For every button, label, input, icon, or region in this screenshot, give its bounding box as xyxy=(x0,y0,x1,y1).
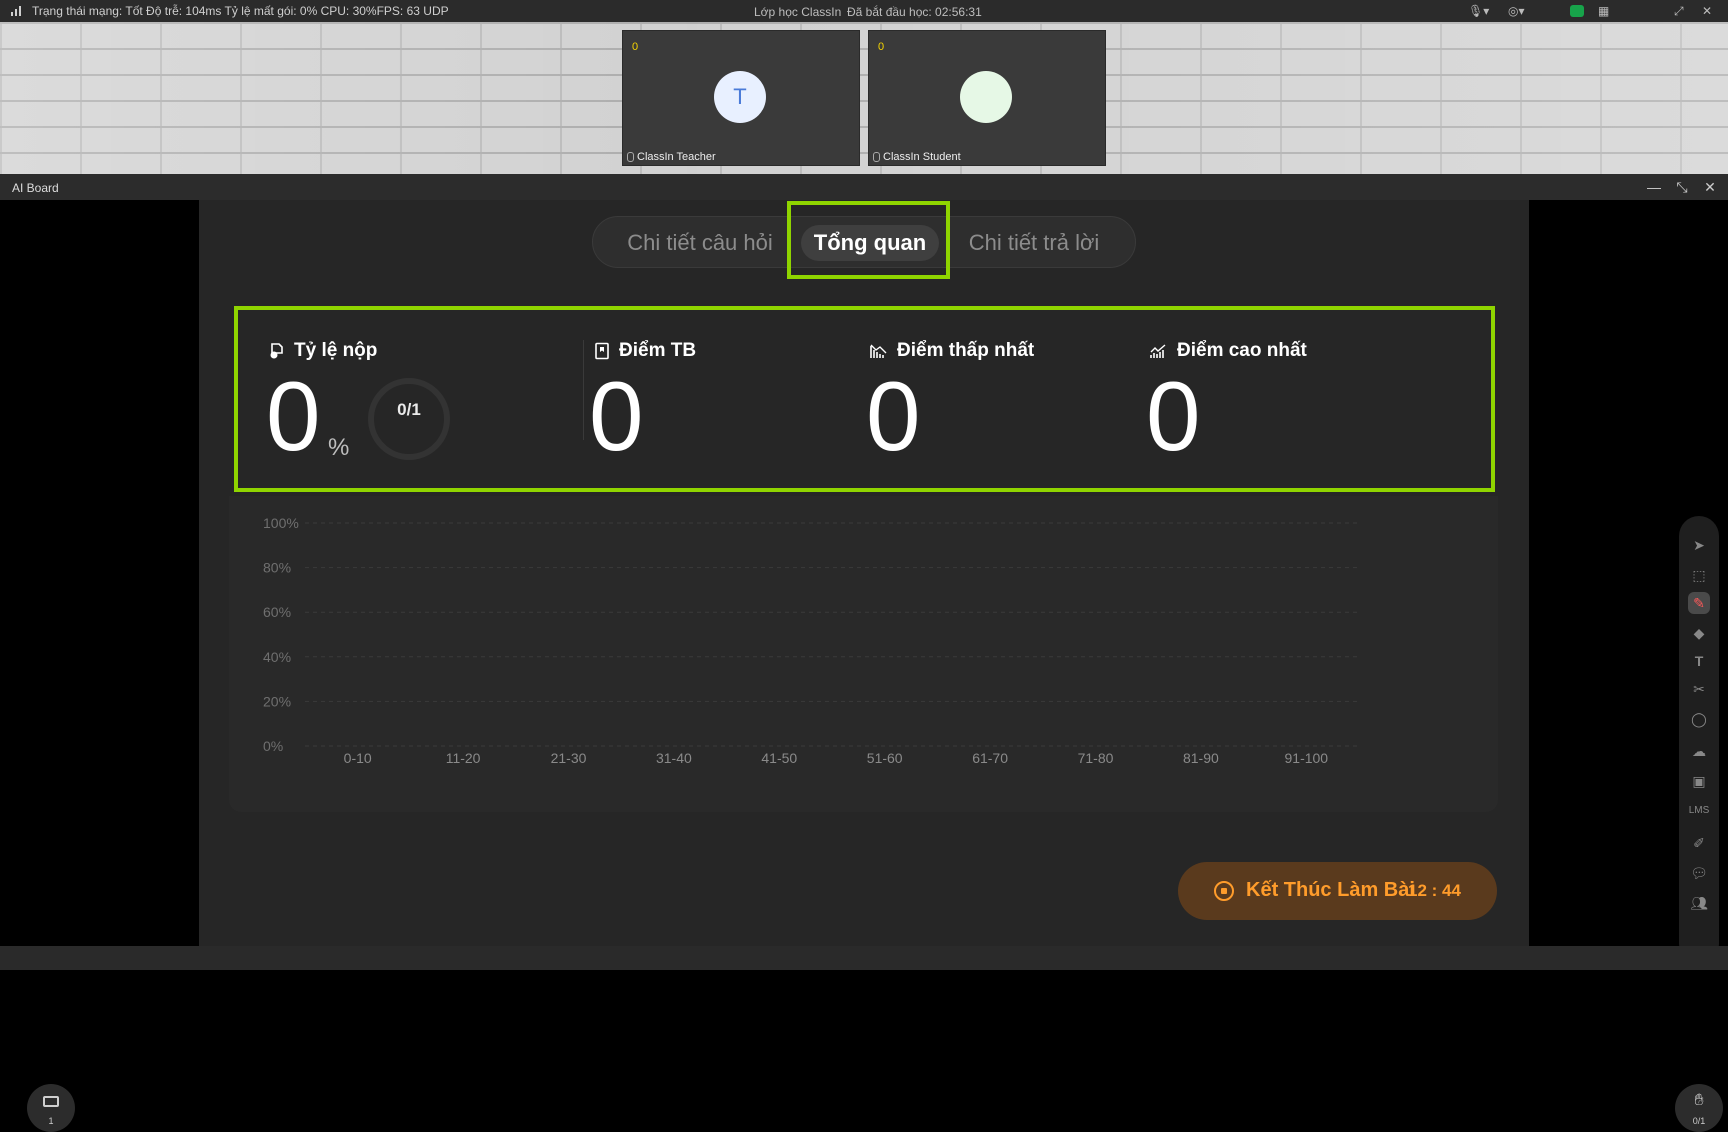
stat-value: 0 xyxy=(866,361,921,471)
camera-muted-icon[interactable]: ◎▾ xyxy=(1508,3,1525,19)
eraser-icon[interactable]: ◆ xyxy=(1688,622,1710,644)
close-board-icon[interactable]: ✕ xyxy=(1701,178,1719,196)
scissors-icon[interactable]: ✂ xyxy=(1688,678,1710,700)
board-titlebar: AI Board — ⤡ ✕ xyxy=(0,174,1728,200)
stat-lowest: Điểm thấp nhất 0 xyxy=(863,310,1143,490)
stat-average: Điểm TB 0 xyxy=(583,310,863,490)
mic-icon xyxy=(873,152,880,162)
quiz-result-panel: Chi tiết câu hỏi Tổng quan Chi tiết trả … xyxy=(199,200,1529,946)
edit-note-icon[interactable]: ✐ xyxy=(1688,832,1710,854)
page-thumbnail-button[interactable]: 1 xyxy=(27,1084,75,1132)
board-area: Chi tiết câu hỏi Tổng quan Chi tiết trả … xyxy=(0,200,1728,1132)
chat-icon[interactable]: 💬︎ xyxy=(1688,862,1710,884)
stat-label: Điểm thấp nhất xyxy=(897,340,1035,361)
y-tick-label: 20% xyxy=(263,693,291,709)
stat-value: 0 xyxy=(1146,361,1201,471)
y-tick-label: 0% xyxy=(263,738,283,754)
end-quiz-button[interactable]: Kết Thúc Làm Bài 12 : 44 xyxy=(1178,862,1497,920)
bottom-bar xyxy=(0,946,1728,970)
expand-icon[interactable]: ⤢ xyxy=(1674,3,1684,19)
signal-icon xyxy=(11,5,23,16)
select-area-icon[interactable]: ⬚ xyxy=(1688,564,1710,586)
end-quiz-label: Kết Thúc Làm Bài xyxy=(1246,879,1415,901)
x-tick-label: 21-30 xyxy=(551,750,587,766)
users-icon[interactable]: 👥︎ xyxy=(1688,892,1710,914)
participant-name: ClassIn Teacher xyxy=(637,151,716,163)
close-icon[interactable]: ✕ xyxy=(1702,3,1712,19)
cursor-icon[interactable]: ➤ xyxy=(1688,534,1710,556)
submitted-ratio: 0/1 xyxy=(397,400,421,419)
text-tool-icon[interactable]: T xyxy=(1688,650,1710,672)
stop-icon xyxy=(1214,881,1234,901)
tool-palette: ➤ ⬚ ✎ ◆ T ✂ ◯ ☁ ▣ LMS ✐ 💬︎ 👥︎ xyxy=(1679,516,1719,964)
reward-count: 0 xyxy=(632,41,639,53)
page-number: 1 xyxy=(48,1116,54,1126)
x-tick-label: 81-90 xyxy=(1183,750,1219,766)
tab-answer-detail[interactable]: Chi tiết trả lời xyxy=(945,225,1123,261)
mic-muted-icon[interactable]: 🎙︎▾ xyxy=(1468,3,1489,19)
x-tick-label: 0-10 xyxy=(344,750,372,766)
record-icon[interactable] xyxy=(1570,5,1584,17)
video-tile-student[interactable]: 0 ClassIn Student xyxy=(868,30,1106,166)
avatar-letter: T xyxy=(733,84,747,109)
minimize-icon[interactable]: — xyxy=(1645,178,1663,196)
stat-highest: Điểm cao nhất 0 xyxy=(1143,310,1423,490)
chart-svg: 100% 80% 60% 40% 20% 0% 0-10 11-20 21-30 31-40 41-… xyxy=(263,515,1359,766)
network-status: Trạng thái mạng: Tốt Độ trễ: 104ms Tỷ lệ… xyxy=(32,4,449,18)
y-tick-label: 80% xyxy=(263,560,291,576)
restore-icon[interactable]: ⤡ xyxy=(1673,178,1691,196)
stat-label: Tỷ lệ nộp xyxy=(294,340,378,361)
shape-icon[interactable]: ◯ xyxy=(1688,708,1710,730)
stats-summary: Tỷ lệ nộp 0 % 0/1 Điểm TB 0 Điểm thấp nh… xyxy=(234,306,1495,492)
x-tick-label: 41-50 xyxy=(761,750,797,766)
countdown-timer: 12 : 44 xyxy=(1408,881,1461,900)
score-distribution-chart: 100% 80% 60% 40% 20% 0% 0-10 11-20 21-30 31-40 41-… xyxy=(229,496,1498,812)
hand-icon: ✋︎ xyxy=(1694,1092,1704,1109)
status-bar: Trạng thái mạng: Tốt Độ trễ: 104ms Tỷ lệ… xyxy=(0,0,1728,22)
tab-highlight-box xyxy=(787,201,950,279)
y-tick-label: 100% xyxy=(263,515,299,531)
hand-count: 0/1 xyxy=(1692,1116,1706,1126)
cloud-icon[interactable]: ☁ xyxy=(1688,740,1710,762)
pen-icon[interactable]: ✎ xyxy=(1688,592,1710,614)
stat-value: 0 xyxy=(589,361,644,471)
room-title: Lớp học ClassIn xyxy=(754,5,842,19)
elapsed-time: Đã bắt đầu học: 02:56:31 xyxy=(847,5,982,19)
document-check-icon xyxy=(270,343,283,359)
video-tile-teacher[interactable]: 0 T ClassIn Teacher xyxy=(622,30,860,166)
x-tick-label: 61-70 xyxy=(972,750,1008,766)
x-tick-label: 11-20 xyxy=(446,750,481,766)
trend-down-icon xyxy=(870,344,887,358)
toolbox-icon[interactable]: ▣ xyxy=(1688,770,1710,792)
participant-name: ClassIn Student xyxy=(883,151,961,163)
stat-submission-rate: Tỷ lệ nộp 0 % 0/1 xyxy=(238,310,583,490)
mic-icon xyxy=(627,152,634,162)
y-tick-label: 60% xyxy=(263,604,291,620)
trend-up-icon xyxy=(1150,344,1166,358)
hand-raise-button[interactable]: ✋︎ 0/1 xyxy=(1675,1084,1723,1132)
screen-icon xyxy=(43,1096,59,1107)
reward-count: 0 xyxy=(878,41,885,53)
avatar: T xyxy=(714,71,766,123)
grid-layout-icon[interactable]: ▦ xyxy=(1598,3,1609,19)
x-tick-label: 31-40 xyxy=(656,750,692,766)
y-tick-label: 40% xyxy=(263,649,291,665)
stat-label: Điểm cao nhất xyxy=(1177,340,1307,361)
x-tick-label: 51-60 xyxy=(867,750,903,766)
book-icon xyxy=(595,342,609,360)
stat-label: Điểm TB xyxy=(619,340,697,361)
tab-question-detail[interactable]: Chi tiết câu hỏi xyxy=(607,225,793,261)
board-title: AI Board xyxy=(12,181,59,195)
x-tick-label: 91-100 xyxy=(1285,750,1329,766)
video-strip: 0 T ClassIn Teacher 0 ClassIn Student xyxy=(0,22,1728,174)
stat-value: 0 xyxy=(266,361,321,471)
stat-unit: % xyxy=(328,434,350,461)
avatar xyxy=(960,71,1012,123)
x-tick-label: 71-80 xyxy=(1078,750,1114,766)
lms-icon[interactable]: LMS xyxy=(1688,800,1710,822)
